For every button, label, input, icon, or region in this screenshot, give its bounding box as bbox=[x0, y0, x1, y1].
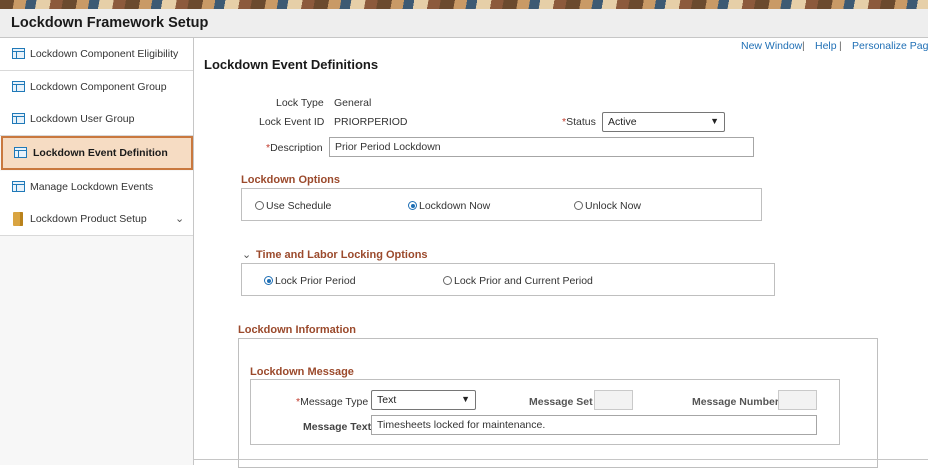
status-label: *Status bbox=[562, 116, 596, 128]
component-icon bbox=[12, 181, 25, 192]
sidebar-item-label: Lockdown Event Definition bbox=[33, 147, 168, 159]
sidebar-item-label: Lockdown Component Group bbox=[30, 81, 167, 93]
sidebar-item-product-setup[interactable]: Lockdown Product Setup ⌄ bbox=[0, 203, 193, 236]
chevron-down-icon: ▼ bbox=[710, 116, 719, 126]
lockdown-message-group bbox=[250, 379, 840, 445]
status-label-text: Status bbox=[566, 116, 596, 128]
message-text-field[interactable]: Timesheets locked for maintenance. bbox=[371, 415, 817, 435]
lockdown-options-title: Lockdown Options bbox=[241, 174, 340, 186]
message-text-label: Message Text bbox=[303, 421, 372, 433]
lock-type-label: Lock Type bbox=[276, 97, 324, 109]
status-select-value: Active bbox=[608, 116, 637, 128]
message-set-label: Message Set bbox=[529, 396, 593, 408]
sidebar: Lockdown Component Eligibility Lockdown … bbox=[0, 38, 194, 465]
bottom-divider bbox=[194, 459, 928, 460]
message-set-field bbox=[594, 390, 633, 410]
radio-label: Lock Prior and Current Period bbox=[454, 275, 593, 287]
use-schedule-radio[interactable]: Use Schedule bbox=[255, 200, 331, 212]
component-icon bbox=[14, 147, 27, 158]
title-bar: Lockdown Framework Setup bbox=[0, 9, 928, 38]
description-label: *Description bbox=[266, 142, 323, 154]
time-labor-options-title[interactable]: Time and Labor Locking Options bbox=[256, 249, 428, 261]
lockdown-now-radio[interactable]: Lockdown Now bbox=[408, 200, 490, 212]
sidebar-item-label: Lockdown Component Eligibility bbox=[30, 48, 179, 60]
radio-label: Lock Prior Period bbox=[275, 275, 356, 287]
radio-button-icon bbox=[408, 201, 417, 210]
help-link[interactable]: Help bbox=[815, 40, 837, 52]
folder-icon bbox=[13, 212, 23, 226]
description-label-text: Description bbox=[270, 142, 323, 154]
chevron-down-icon[interactable]: ⌄ bbox=[175, 212, 184, 225]
message-type-select[interactable]: Text ▼ bbox=[371, 390, 476, 410]
sidebar-item-label: Manage Lockdown Events bbox=[30, 181, 154, 193]
sidebar-item-component-eligibility[interactable]: Lockdown Component Eligibility bbox=[0, 38, 193, 71]
sidebar-item-event-definition[interactable]: Lockdown Event Definition bbox=[1, 136, 193, 170]
radio-button-icon bbox=[443, 276, 452, 285]
personalize-page-link[interactable]: Personalize Page bbox=[852, 40, 928, 52]
component-icon bbox=[12, 113, 25, 124]
lock-event-id-label: Lock Event ID bbox=[259, 116, 325, 128]
new-window-link[interactable]: New Window bbox=[741, 40, 802, 52]
collapse-chevron-icon[interactable]: ⌄ bbox=[242, 248, 251, 261]
message-number-field bbox=[778, 390, 817, 410]
chevron-down-icon: ▼ bbox=[461, 394, 470, 404]
radio-label: Unlock Now bbox=[585, 200, 642, 212]
status-select[interactable]: Active ▼ bbox=[602, 112, 725, 132]
sidebar-item-manage-events[interactable]: Manage Lockdown Events bbox=[0, 171, 193, 204]
sidebar-item-component-group[interactable]: Lockdown Component Group bbox=[0, 71, 193, 104]
radio-label: Use Schedule bbox=[266, 200, 332, 212]
sidebar-item-label: Lockdown User Group bbox=[30, 113, 135, 125]
sidebar-item-user-group[interactable]: Lockdown User Group bbox=[0, 103, 193, 136]
page-title: Lockdown Event Definitions bbox=[204, 57, 379, 72]
lockdown-info-title: Lockdown Information bbox=[238, 324, 356, 336]
component-icon bbox=[12, 81, 25, 92]
radio-button-icon bbox=[574, 201, 583, 210]
lock-prior-current-period-radio[interactable]: Lock Prior and Current Period bbox=[443, 275, 593, 287]
radio-label: Lockdown Now bbox=[419, 200, 491, 212]
message-type-label: *Message Type bbox=[296, 396, 368, 408]
sidebar-item-label: Lockdown Product Setup bbox=[30, 213, 147, 225]
unlock-now-radio[interactable]: Unlock Now bbox=[574, 200, 641, 212]
description-field[interactable]: Prior Period Lockdown bbox=[329, 137, 754, 157]
link-separator: | bbox=[802, 40, 805, 52]
lock-event-id-value: PRIORPERIOD bbox=[334, 116, 408, 128]
message-number-label: Message Number bbox=[692, 396, 779, 408]
link-separator: | bbox=[839, 40, 842, 52]
app-title: Lockdown Framework Setup bbox=[11, 15, 209, 31]
lockdown-message-title: Lockdown Message bbox=[250, 366, 354, 378]
lock-type-value: General bbox=[334, 97, 372, 109]
message-type-select-value: Text bbox=[377, 394, 397, 406]
radio-button-icon bbox=[255, 201, 264, 210]
component-icon bbox=[12, 48, 25, 59]
header-banner-image bbox=[0, 0, 928, 9]
radio-button-icon bbox=[264, 276, 273, 285]
message-type-label-text: Message Type bbox=[300, 396, 369, 408]
lock-prior-period-radio[interactable]: Lock Prior Period bbox=[264, 275, 356, 287]
